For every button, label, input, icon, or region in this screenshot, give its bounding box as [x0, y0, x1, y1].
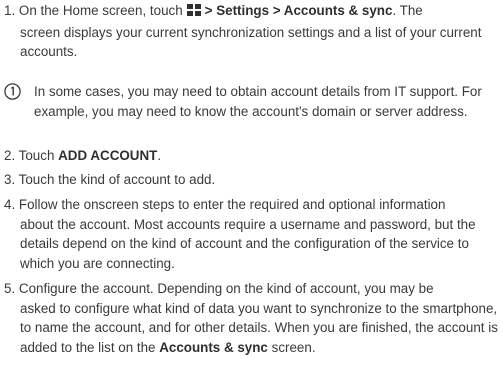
step-4-continuation: about the account. Most accounts require… — [20, 216, 476, 271]
step-5-continuation-post: screen. — [271, 339, 316, 355]
step-2: 2. Touch ADD ACCOUNT. — [4, 146, 500, 166]
step-1-number: 1. — [4, 3, 16, 18]
step-5-text: Configure the account. Depending on the … — [18, 281, 434, 296]
step-5-accounts-sync-label: Accounts & sync — [159, 339, 268, 355]
step-4-number: 4. — [4, 197, 16, 212]
step-4: 4. Follow the onscreen steps to enter th… — [4, 195, 500, 273]
info-note: In some cases, you may need to obtain ac… — [4, 82, 500, 121]
step-1-text-pre: On the Home screen, touch — [18, 3, 183, 18]
step-5-number: 5. — [4, 281, 16, 296]
step-1-continuation: screen displays your current synchroniza… — [20, 24, 482, 60]
info-note-icon — [4, 83, 21, 100]
step-5-continuation: asked to configure what kind of data you… — [4, 299, 500, 358]
step-5: 5. Configure the account. Depending on t… — [4, 279, 500, 357]
apps-grid-icon — [186, 3, 202, 23]
step-1: 1. On the Home screen, touch > Settings >… — [4, 1, 500, 62]
step-3: 3. Touch the kind of account to add. — [4, 170, 500, 190]
step-1-text-post: . The — [392, 3, 423, 18]
step-2-text-post: . — [157, 148, 162, 163]
step-2-add-account-label: ADD ACCOUNT — [58, 148, 158, 163]
step-3-number: 3. — [4, 172, 16, 187]
step-2-text-pre: Touch — [18, 148, 55, 163]
step-4-text: Follow the onscreen steps to enter the r… — [18, 197, 446, 212]
step-3-text: Touch the kind of account to add. — [18, 172, 216, 187]
step-2-number: 2. — [4, 148, 16, 163]
info-note-text: In some cases, you may need to obtain ac… — [34, 84, 482, 119]
step-1-settings-path: > Settings > Accounts & sync — [204, 3, 393, 18]
